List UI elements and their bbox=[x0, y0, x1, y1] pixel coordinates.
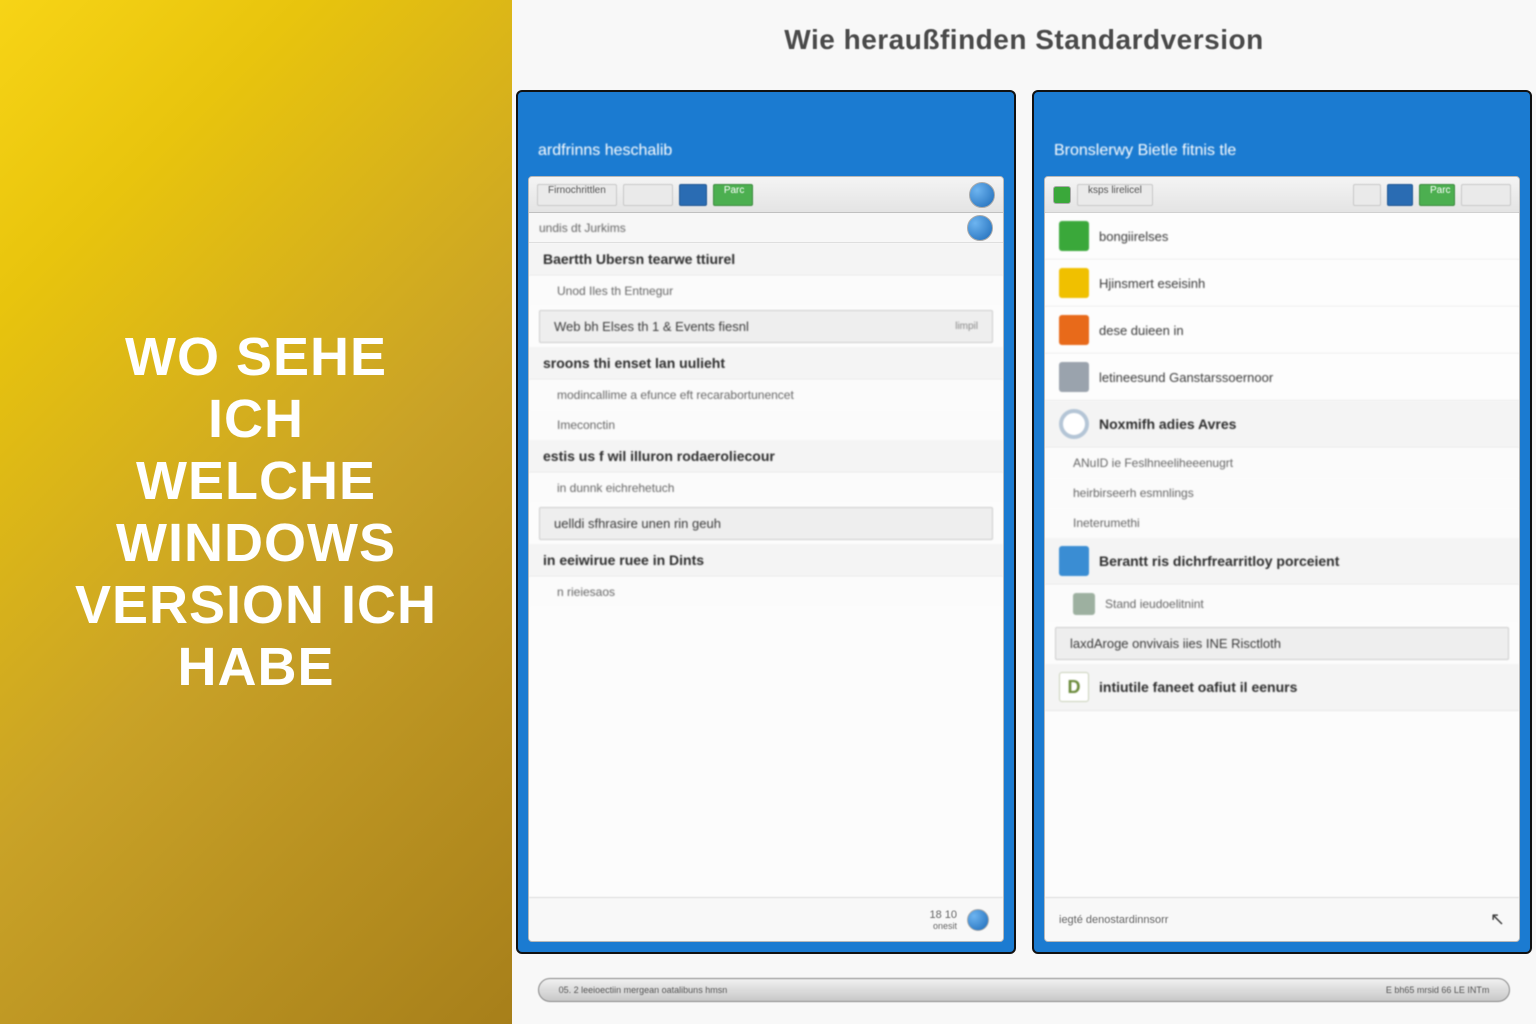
list-row: in dunnk eichrehetuch bbox=[529, 473, 1003, 503]
list-row: Ineterumethi bbox=[1045, 508, 1519, 538]
list-row[interactable]: bongiirelses bbox=[1045, 213, 1519, 260]
list-row[interactable]: Baertth Ubersn tearwe ttiurel bbox=[529, 243, 1003, 276]
monitor-frame: ardfrinns heschalib Firnochrittlen Parc … bbox=[512, 76, 1536, 1024]
banner-line-1: WO SEHE ICH bbox=[125, 327, 387, 449]
right-footer: iegté denostardinnsorr ↖ bbox=[1045, 897, 1519, 941]
left-footer: 18 10 onesit bbox=[529, 897, 1003, 941]
right-screen-title: Bronslerwy Bietle fitnis tle bbox=[1034, 102, 1530, 176]
list-row: n rieiesaos bbox=[529, 577, 1003, 607]
toolbar-green-button[interactable]: Parc bbox=[713, 184, 753, 206]
image-caption: Wie heraußfinden Standardversion bbox=[512, 0, 1536, 68]
tile-icon bbox=[1059, 546, 1089, 576]
list-row: heirbirseerh esmnlings bbox=[1045, 478, 1519, 508]
left-sub-toolbar: undis dt Jurkims bbox=[529, 213, 1003, 243]
tile-icon bbox=[1059, 221, 1089, 251]
sub-label: undis dt Jurkims bbox=[539, 221, 626, 235]
right-panel: ksps lirelicel Parc bongiirelses Hjinsme… bbox=[1044, 176, 1520, 942]
illustration-area: Wie heraußfinden Standardversion ardfrin… bbox=[512, 0, 1536, 1024]
left-panel: Firnochrittlen Parc undis dt Jurkims Bae… bbox=[528, 176, 1004, 942]
footer-icon[interactable] bbox=[967, 909, 989, 931]
banner-line-2: WELCHE bbox=[136, 451, 376, 511]
toolbar-accent-button[interactable] bbox=[679, 184, 707, 206]
list-row: modincallime a efunce eft recarabortunen… bbox=[529, 380, 1003, 410]
toolbar-green-button[interactable]: Parc bbox=[1419, 184, 1455, 206]
list-row[interactable]: Hjinsmert eseisinh bbox=[1045, 260, 1519, 307]
tile-icon bbox=[1073, 593, 1095, 615]
monitor-stand: 05. 2 leeioectiin mergean oatalibuns hms… bbox=[512, 966, 1536, 1014]
banner-line-4: VERSION ICH bbox=[75, 575, 437, 635]
list-row[interactable]: estis us f wil illuron rodaeroliecour bbox=[529, 440, 1003, 473]
footer-value: 18 10 bbox=[929, 909, 957, 921]
toolbar-button[interactable]: Firnochrittlen bbox=[537, 184, 617, 206]
dual-screens: ardfrinns heschalib Firnochrittlen Parc … bbox=[512, 90, 1536, 954]
toolbar-accent-button[interactable] bbox=[1387, 184, 1413, 206]
list-row: ANuID ie Feslhneeliheeenugrt bbox=[1045, 448, 1519, 478]
left-toolbar: Firnochrittlen Parc bbox=[529, 177, 1003, 213]
list-row[interactable]: Noxmifh adies Avres bbox=[1045, 401, 1519, 448]
tile-icon bbox=[1059, 362, 1089, 392]
toolbar-button[interactable] bbox=[1353, 184, 1381, 206]
list-row: Imeconctin bbox=[529, 410, 1003, 440]
tile-icon bbox=[1059, 315, 1089, 345]
list-row[interactable]: Web bh Elses th 1 & Events fiesnllimpil bbox=[539, 310, 993, 343]
round-icon[interactable] bbox=[967, 215, 993, 241]
list-row: Stand ieudoelitnint bbox=[1045, 585, 1519, 623]
lock-icon bbox=[969, 182, 995, 208]
tile-icon bbox=[1059, 268, 1089, 298]
list-row[interactable]: laxdAroge onvivais iies INE Risctloth bbox=[1055, 627, 1509, 660]
left-screen: ardfrinns heschalib Firnochrittlen Parc … bbox=[516, 90, 1016, 954]
stand-left-text: 05. 2 leeioectiin mergean oatalibuns hms… bbox=[559, 985, 728, 995]
stand-right-text: E bh65 mrsid 66 LE INTm bbox=[1386, 985, 1490, 995]
list-row[interactable]: sroons thi enset lan uulieht bbox=[529, 347, 1003, 380]
footer-text: iegté denostardinnsorr bbox=[1059, 914, 1168, 926]
toolbar-button[interactable] bbox=[623, 184, 673, 206]
right-screen: Bronslerwy Bietle fitnis tle ksps lireli… bbox=[1032, 90, 1532, 954]
list-row: Unod Iles th Entnegur bbox=[529, 276, 1003, 306]
toolbar-button[interactable] bbox=[1461, 184, 1511, 206]
letter-icon: D bbox=[1059, 672, 1089, 702]
banner-heading: WO SEHE ICH WELCHE WINDOWS VERSION ICH H… bbox=[70, 326, 442, 699]
left-screen-title: ardfrinns heschalib bbox=[518, 102, 1014, 176]
list-row[interactable]: Dintiutile faneet oafiut il eenurs bbox=[1045, 664, 1519, 711]
banner-line-3: WINDOWS bbox=[116, 513, 396, 573]
cursor-icon: ↖ bbox=[1490, 909, 1505, 930]
toolbar-button[interactable]: ksps lirelicel bbox=[1077, 184, 1153, 206]
app-icon bbox=[1053, 186, 1071, 204]
right-toolbar: ksps lirelicel Parc bbox=[1045, 177, 1519, 213]
list-row[interactable]: in eeiwirue ruee in Dints bbox=[529, 544, 1003, 577]
list-row[interactable]: uelldi sfhrasire unen rin geuh bbox=[539, 507, 993, 540]
list-row[interactable]: letineesund Ganstarssoernoor bbox=[1045, 354, 1519, 401]
footer-sub: onesit bbox=[929, 921, 957, 931]
banner-line-5: HABE bbox=[177, 637, 334, 697]
list-row[interactable]: dese duieen in bbox=[1045, 307, 1519, 354]
title-banner: WO SEHE ICH WELCHE WINDOWS VERSION ICH H… bbox=[0, 0, 512, 1024]
list-row[interactable]: Berantt ris dichrfrearritloy porceient bbox=[1045, 538, 1519, 585]
ring-icon bbox=[1059, 409, 1089, 439]
stand-bar: 05. 2 leeioectiin mergean oatalibuns hms… bbox=[538, 978, 1511, 1002]
